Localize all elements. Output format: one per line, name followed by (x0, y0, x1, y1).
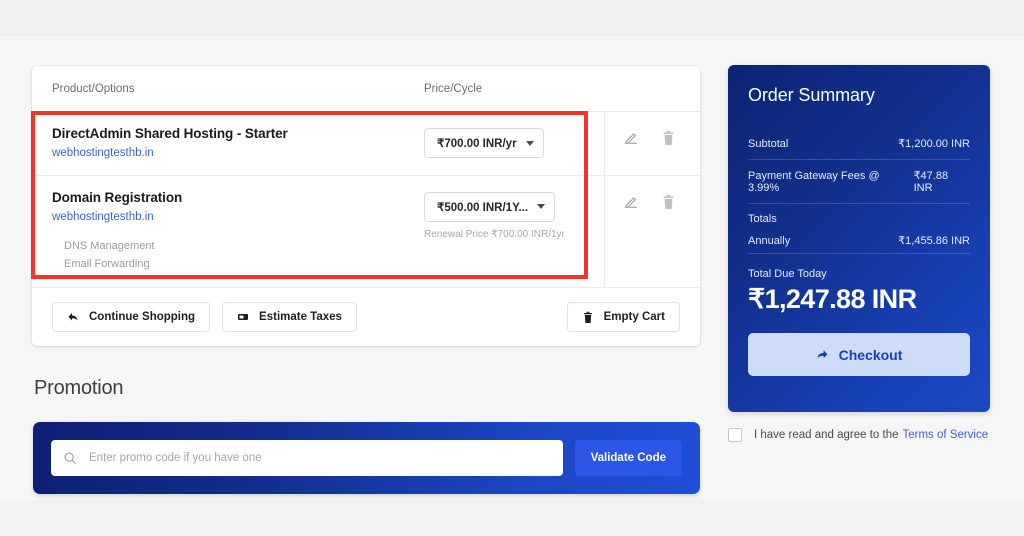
summary-row-subtotal: Subtotal ₹1,200.00 INR (748, 128, 970, 159)
cart-item-price: ₹700.00 INR/yr (424, 112, 604, 175)
page-top-band (0, 0, 1024, 36)
promotion-heading: Promotion (34, 377, 124, 399)
arrow-right-icon (817, 350, 827, 359)
validate-code-button[interactable]: Validate Code (574, 440, 682, 476)
billing-cycle-value: ₹500.00 INR/1Y... (437, 201, 529, 214)
summary-row-gateway-fees: Payment Gateway Fees @ 3.99% ₹47.88 INR (748, 160, 970, 203)
summary-gateway-fees-value: ₹47.88 INR (913, 170, 949, 194)
product-options-list: DNS Management Email Forwarding (52, 237, 424, 273)
checkout-button[interactable]: Checkout (748, 333, 970, 376)
cart-item-actions (604, 112, 700, 175)
table-row: DirectAdmin Shared Hosting - Starter web… (32, 112, 700, 176)
summary-subtotal-label: Subtotal (748, 137, 789, 150)
billing-cycle-select[interactable]: ₹500.00 INR/1Y... (424, 191, 556, 222)
cart-item-actions (604, 175, 700, 288)
summary-totals-block: Totals Annually ₹1,455.86 INR (748, 204, 970, 253)
list-item: DNS Management (64, 239, 155, 252)
promo-input-wrapper (51, 440, 563, 476)
billing-cycle-value: ₹700.00 INR/yr (437, 138, 517, 150)
trash-icon[interactable] (661, 194, 676, 210)
arrow-left-icon (68, 313, 78, 321)
list-item: Email Forwarding (64, 258, 150, 271)
table-row: Domain Registration webhostingtesthb.in … (32, 175, 700, 289)
page-bottom-band (0, 500, 1024, 536)
calculator-icon (238, 314, 249, 321)
product-title: DirectAdmin Shared Hosting - Starter (52, 126, 288, 141)
total-due-today-label: Total Due Today (748, 268, 827, 280)
continue-shopping-button[interactable]: Continue Shopping (52, 302, 211, 333)
promotion-card: Validate Code (33, 422, 700, 494)
summary-totals-period: Annually (748, 234, 791, 247)
chevron-down-icon (525, 140, 534, 146)
estimate-taxes-button[interactable]: Estimate Taxes (222, 302, 357, 333)
cart-item-details: DirectAdmin Shared Hosting - Starter web… (32, 112, 424, 175)
column-header-product: Product/Options (52, 82, 135, 95)
terms-text: I have read and agree to the (754, 429, 899, 441)
promo-code-input[interactable] (87, 451, 551, 465)
total-due-today-value: ₹1,247.88 INR (748, 284, 917, 314)
continue-shopping-label: Continue Shopping (89, 311, 196, 324)
terms-of-service-row: I have read and agree to the Terms of Se… (728, 428, 988, 442)
terms-of-service-link[interactable]: Terms of Service (903, 429, 989, 441)
divider (748, 253, 970, 254)
trash-icon[interactable] (661, 130, 676, 146)
renewal-price-note: Renewal Price ₹700.00 INR/1yr (424, 228, 565, 240)
estimate-taxes-label: Estimate Taxes (259, 311, 342, 324)
billing-cycle-select[interactable]: ₹700.00 INR/yr (424, 128, 544, 158)
checkout-label: Checkout (838, 346, 903, 363)
pencil-icon[interactable] (623, 194, 639, 210)
summary-subtotal-value: ₹1,200.00 INR (898, 138, 970, 150)
cart-footer: Continue Shopping Estimate Taxes Empty C… (32, 288, 700, 346)
order-summary-title: Order Summary (748, 85, 875, 105)
empty-cart-label: Empty Cart (603, 311, 665, 324)
search-icon (64, 452, 76, 464)
cart-item-details: Domain Registration webhostingtesthb.in … (32, 176, 424, 287)
product-domain-link[interactable]: webhostingtesthb.in (52, 147, 424, 161)
product-domain-link[interactable]: webhostingtesthb.in (52, 211, 424, 225)
terms-checkbox[interactable] (728, 428, 742, 442)
empty-cart-button[interactable]: Empty Cart (566, 302, 680, 333)
summary-totals-label: Totals (748, 213, 777, 225)
cart-table-header: Product/Options Price/Cycle (32, 66, 700, 112)
cart-item-price: ₹500.00 INR/1Y... Renewal Price ₹700.00 … (424, 176, 604, 287)
trash-icon (583, 311, 592, 323)
product-title: Domain Registration (52, 189, 183, 205)
chevron-down-icon (537, 204, 546, 210)
cart-card: Product/Options Price/Cycle DirectAdmin … (32, 66, 700, 347)
column-header-price: Price/Cycle (424, 82, 483, 95)
summary-totals-row: Annually ₹1,455.86 INR (748, 234, 970, 248)
order-summary-panel: Order Summary Subtotal ₹1,200.00 INR Pay… (728, 65, 990, 412)
pencil-icon[interactable] (623, 130, 639, 146)
summary-totals-value: ₹1,455.86 INR (898, 235, 970, 247)
summary-gateway-fees-label: Payment Gateway Fees @ 3.99% (748, 169, 880, 194)
